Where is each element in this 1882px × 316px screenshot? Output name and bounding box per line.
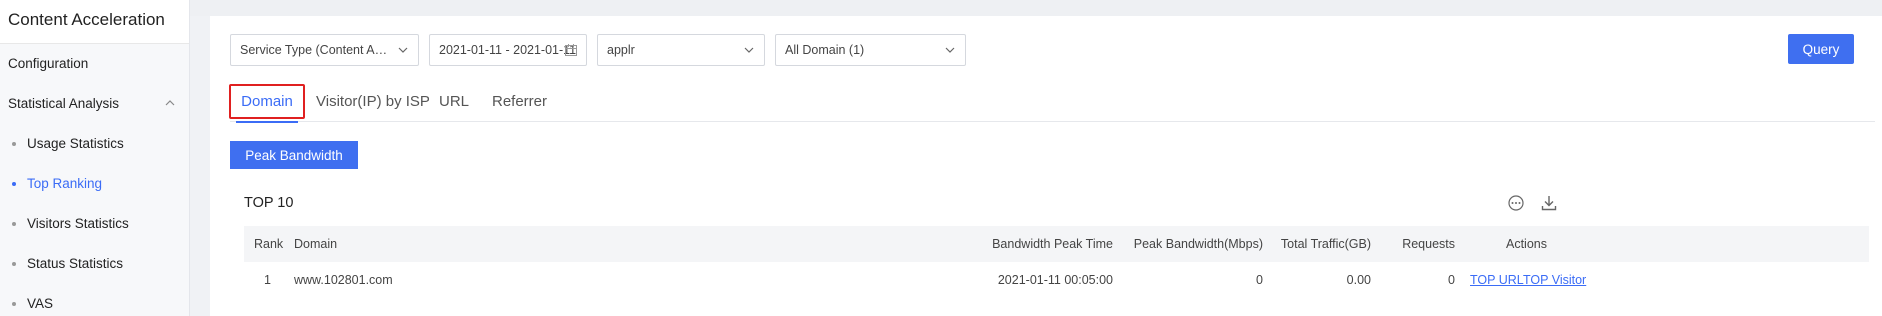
sidebar-item-statistical-analysis[interactable]: Statistical Analysis [0,84,189,124]
tab-bar: Domain Visitor(IP) by ISP URL Referrer [229,84,1875,123]
sidebar: Content Acceleration Configuration Stati… [0,0,190,316]
sidebar-subitem-label: Visitors Statistics [27,216,129,231]
chevron-down-icon [398,47,408,53]
cell-total-traffic: 0.00 [1346,273,1371,287]
cell-rank: 1 [264,273,271,287]
sidebar-title: Content Acceleration [0,0,189,44]
highlight-box [229,84,305,119]
sidebar-subitem-label: VAS [27,296,54,311]
bullet-icon [12,182,16,186]
tab-referrer[interactable]: Referrer [492,86,547,122]
more-options-icon[interactable] [1507,194,1525,212]
header-domain: Domain [294,237,338,251]
sidebar-subitem-label: Top Ranking [27,176,103,191]
active-tab-indicator [236,121,298,123]
sidebar-subitem-visitors-statistics[interactable]: Visitors Statistics [0,204,189,244]
table-row: 1 www.102801.com 2021-01-11 00:05:00 0 0… [244,262,1869,298]
header-peak-time: Bandwidth Peak Time [992,237,1113,251]
header-peak-bandwidth: Peak Bandwidth(Mbps) [1133,237,1263,251]
chevron-up-icon [165,100,175,106]
sidebar-subitem-label: Usage Statistics [27,136,124,151]
domain-select[interactable]: All Domain (1) [775,34,966,66]
top-visitor-link[interactable]: TOP Visitor [1523,262,1586,298]
sidebar-subitem-vas[interactable]: VAS [0,284,189,316]
sidebar-subitem-usage-statistics[interactable]: Usage Statistics [0,124,189,164]
header-requests: Requests [1402,237,1455,251]
sidebar-item-configuration[interactable]: Configuration [0,44,189,84]
tab-visitor-by-isp[interactable]: Visitor(IP) by ISP [316,86,430,122]
calendar-icon [565,44,577,56]
cell-requests: 0 [1448,273,1455,287]
domain-scope-value: All Domain (1) [785,43,865,57]
bullet-icon [12,262,16,266]
table-header: Rank Domain Bandwidth Peak Time Peak Ban… [244,226,1869,262]
cell-peak-time: 2021-01-11 00:05:00 [997,273,1113,287]
header-total-traffic: Total Traffic(GB) [1280,237,1371,251]
date-range-picker[interactable]: 2021-01-11 - 2021-01-11 [429,34,587,66]
download-icon[interactable] [1540,194,1558,212]
sidebar-item-label: Configuration [8,56,89,71]
header-actions: Actions [1506,237,1547,251]
bullet-icon [12,222,16,226]
tab-url[interactable]: URL [439,86,469,122]
sidebar-subitem-label: Status Statistics [27,256,124,271]
bullet-icon [12,142,16,146]
sidebar-subitem-top-ranking[interactable]: Top Ranking [0,164,189,204]
date-range-value: 2021-01-11 - 2021-01-11 [439,43,577,57]
query-button[interactable]: Query [1788,34,1854,64]
chevron-down-icon [945,47,955,53]
bullet-icon [12,302,16,306]
section-title: TOP 10 [244,195,294,211]
tab-label: URL [439,93,470,110]
service-type-select[interactable]: Service Type (Content Acceleration) [230,34,419,66]
header-rank: Rank [254,237,284,251]
tab-domain[interactable]: Domain [229,84,305,123]
account-select[interactable]: applr [597,34,765,66]
sidebar-item-label: Statistical Analysis [8,96,120,111]
cell-domain: www.102801.com [294,273,393,287]
account-value: applr [607,43,635,57]
sidebar-subitem-status-statistics[interactable]: Status Statistics [0,244,189,284]
top-url-link[interactable]: TOP URL [1470,262,1524,298]
cell-peak-bandwidth: 0 [1256,273,1263,287]
main-panel: Service Type (Content Acceleration) 2021… [210,16,1882,316]
service-type-value: Service Type (Content Acceleration) [240,43,390,57]
tab-label: Referrer [492,93,548,110]
peak-bandwidth-button[interactable]: Peak Bandwidth [230,141,358,169]
tab-label: Visitor(IP) by ISP [316,93,430,110]
chevron-down-icon [744,47,754,53]
top-stripe [190,0,1882,16]
